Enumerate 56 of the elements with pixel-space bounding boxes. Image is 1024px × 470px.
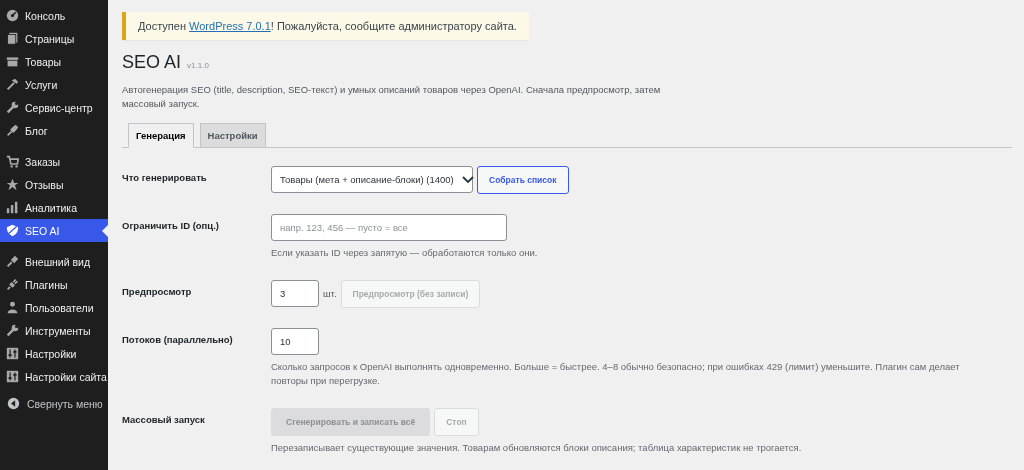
- field-label: Потоков (параллельно): [122, 332, 234, 347]
- pages-icon: [6, 32, 19, 45]
- action-button[interactable]: Собрать список: [477, 165, 569, 194]
- menu-item[interactable]: Отзывы: [0, 173, 108, 196]
- field-label: Массовый запуск: [122, 413, 206, 428]
- sliders-icon: [6, 347, 19, 360]
- hammer-icon: [6, 78, 19, 91]
- help-text: Сколько запросов к OpenAI выполнять одновременно. Больше = быстрее. 4–8 обычно безопасно; при ошибках 429 (лимит) уменьшите. Плагин сам делает повторы при перегрузке.: [271, 359, 961, 388]
- tab[interactable]: Генерация: [128, 122, 194, 148]
- menu-item[interactable]: Аналитика: [0, 196, 108, 219]
- field-label: Что генерировать: [122, 170, 208, 185]
- update-link[interactable]: WordPress 7.0.1: [189, 20, 271, 32]
- menu-item[interactable]: Консоль: [0, 4, 108, 27]
- menu-item[interactable]: Настройки: [0, 342, 108, 365]
- unit-label: шт.: [323, 288, 337, 300]
- cart-icon: [6, 155, 19, 168]
- plug-icon: [6, 278, 19, 291]
- menu-item[interactable]: SEO AI: [0, 219, 108, 242]
- input-field[interactable]: напр. 123, 456 — пусто = все: [271, 213, 507, 241]
- wrench-icon: [6, 324, 19, 337]
- menu-item[interactable]: Блог: [0, 119, 108, 142]
- menu-item[interactable]: Сервис-центр: [0, 96, 108, 119]
- wrench-icon: [6, 101, 19, 114]
- menu-item[interactable]: Пользователи: [0, 296, 108, 319]
- person-icon: [6, 301, 19, 314]
- menu-item[interactable]: Плагины: [0, 273, 108, 296]
- menu-item[interactable]: Настройки сайта: [0, 365, 108, 388]
- menu-item[interactable]: Внешний вид: [0, 250, 108, 273]
- brush-icon: [6, 255, 19, 268]
- menu-item[interactable]: Заказы: [0, 150, 108, 173]
- page-description: Автогенерация SEO (title, description, SEO-текст) и умных описаний товаров через OpenAI. Сначала предпросмотр, затем массовый запуск.: [122, 83, 662, 112]
- pin-icon: [6, 124, 19, 137]
- number-field[interactable]: 10: [271, 327, 319, 355]
- gauge-icon: [6, 9, 19, 22]
- page-title: SEO AI: [122, 52, 182, 73]
- number-field[interactable]: 3: [271, 280, 319, 308]
- version-label: v1.1.0: [187, 61, 209, 70]
- box-icon: [6, 55, 19, 68]
- menu-item[interactable]: Инструменты: [0, 319, 108, 342]
- field-label: Ограничить ID (опц.): [122, 218, 220, 233]
- menu-item[interactable]: Страницы: [0, 27, 108, 50]
- help-text: Перезаписывает существующие значения. Товарам обновляются блоки описания; таблица характеристик не трогается.: [271, 441, 802, 456]
- sliders-icon: [6, 370, 19, 383]
- menu-item[interactable]: Услуги: [0, 73, 108, 96]
- menu-item[interactable]: Товары: [0, 50, 108, 73]
- chevron-down-icon: [461, 175, 474, 184]
- shield-icon: [6, 224, 19, 237]
- collapse-menu-button[interactable]: Свернуть меню: [0, 392, 108, 415]
- tab[interactable]: Настройки: [199, 122, 266, 147]
- star-icon: [6, 178, 19, 191]
- help-text: Если указать ID через запятую — обработаются только они.: [271, 245, 538, 260]
- collapse-icon: [7, 397, 20, 410]
- select-field[interactable]: Товары (мета + описание-блоки) (1400): [271, 166, 473, 193]
- update-notice: Доступен WordPress 7.0.1! Пожалуйста, сообщите администратору сайта.: [122, 12, 529, 40]
- field-label: Предпросмотр: [122, 284, 193, 299]
- bar-chart-icon: [6, 201, 19, 214]
